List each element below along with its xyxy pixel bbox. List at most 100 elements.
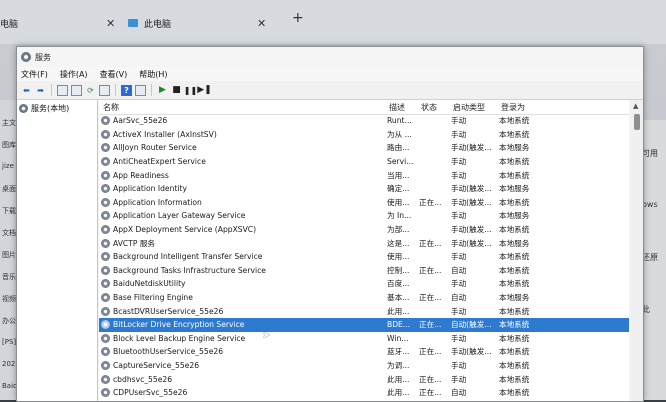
service-log-on-as: 本地系统 <box>499 225 530 235</box>
table-row[interactable]: Background Intelligent Transfer Service 使… <box>99 250 629 264</box>
table-row[interactable]: Application Layer Gateway Service 为 In...… <box>99 209 629 223</box>
column-header-description[interactable]: 描述 <box>389 102 421 113</box>
service-name: Background Intelligent Transfer Service <box>113 252 263 262</box>
background-sidebar-item[interactable]: jize <box>2 162 14 170</box>
background-sidebar-item[interactable]: 文档 <box>2 228 16 238</box>
console-tree-icon[interactable] <box>57 84 68 96</box>
scroll-up-icon[interactable]: ▲ <box>633 102 638 110</box>
table-row[interactable]: BluetoothUserService_55e26 蓝牙... 正在... 手动(触… <box>99 345 629 359</box>
list-header: 名称 描述 状态 启动类型 登录为 <box>99 100 629 115</box>
background-sidebar-item[interactable]: 办公 <box>2 316 16 326</box>
service-name: AppX Deployment Service (AppXSVC) <box>113 225 257 235</box>
service-name-cell: Application Information <box>99 197 387 207</box>
background-sidebar-item[interactable]: 下载 <box>2 206 16 216</box>
service-gear-icon <box>101 225 110 235</box>
forward-arrow-icon[interactable]: ➡ <box>35 85 46 96</box>
table-row[interactable]: Block Level Backup Engine Service Win... 手… <box>99 332 629 346</box>
new-tab-icon[interactable]: + <box>292 10 304 26</box>
service-startup-type: 自动 <box>451 265 467 275</box>
background-panel-text: 可用 <box>642 149 658 158</box>
table-row[interactable]: AppX Deployment Service (AppXSVC) 为部... 手动… <box>99 223 629 237</box>
background-sidebar-item[interactable]: 主文 <box>2 118 16 128</box>
service-log-on-as: 本地系统 <box>499 252 530 262</box>
service-startup-type: 手动 <box>451 306 467 316</box>
table-row[interactable]: BaiduNetdiskUtility 百度... 手动 本地系统 <box>99 277 629 291</box>
background-panel-text: ows <box>642 200 658 209</box>
table-row[interactable]: CaptureService_55e26 为调... 手动 本地系统 <box>99 359 629 373</box>
table-row[interactable]: App Readiness 当用... 手动 本地系统 <box>99 168 629 182</box>
background-tab-this-pc[interactable]: 此电脑 ✕ <box>128 10 266 36</box>
start-service-icon[interactable]: ▶ <box>157 85 168 96</box>
table-row[interactable]: cbdhsvc_55e26 此用... 正在... 手动 本地系统 <box>99 372 629 386</box>
service-gear-icon <box>101 211 110 221</box>
service-name-cell: AntiCheatExpert Service <box>99 157 387 167</box>
table-row[interactable]: BcastDVRUserService_55e26 此用... 手动 本地系统 <box>99 304 629 318</box>
service-name: Application Information <box>113 197 202 207</box>
menu-file[interactable]: 文件(F) <box>21 69 48 80</box>
menu-view[interactable]: 查看(V) <box>100 69 128 80</box>
column-header-name[interactable]: 名称 <box>99 102 389 113</box>
table-row[interactable]: AllJoyn Router Service 路由... 手动(触发... 本地服务 <box>99 141 629 155</box>
table-row[interactable]: Base Filtering Engine 基本... 正在... 自动 本地服务 <box>99 291 629 305</box>
export-list-icon[interactable] <box>99 84 110 96</box>
services-list: 名称 描述 状态 启动类型 登录为 AarSvc_55e26 Runt... 手动本… <box>99 100 629 401</box>
service-description: 使用... <box>387 252 410 262</box>
service-description: 这是... <box>387 238 410 248</box>
background-sidebar-item[interactable]: 图库 <box>2 140 16 150</box>
tree-node-services-local[interactable]: 服务(本地) <box>17 100 97 117</box>
column-header-startup-type[interactable]: 启动类型 <box>453 102 501 113</box>
scrollbar-thumb[interactable] <box>634 114 640 130</box>
table-row[interactable]: BitLocker Drive Encryption Service BDE...… <box>99 317 629 332</box>
service-name: AntiCheatExpert Service <box>113 157 206 167</box>
service-name-cell: cbdhsvc_55e26 <box>99 374 387 384</box>
service-startup-type: 自动 <box>451 293 467 303</box>
service-log-on-as: 本地服务 <box>499 238 530 248</box>
service-description: 为部... <box>387 225 410 235</box>
table-row[interactable]: AVCTP 服务 这是... 正在... 手动(触发... 本地服务 <box>99 236 629 250</box>
background-sidebar-item[interactable]: 视频 <box>2 294 16 304</box>
table-row[interactable]: AntiCheatExpert Service Servi... 手动 本地系统 <box>99 155 629 169</box>
service-log-on-as: 本地系统 <box>499 374 530 384</box>
background-sidebar-item[interactable]: [PS] <box>2 338 16 346</box>
service-description: 此用... <box>387 374 410 384</box>
restart-service-icon[interactable]: ▶❚ <box>197 85 211 96</box>
window-title: 服务 <box>35 52 51 62</box>
table-row[interactable]: CDPUserSvc_55e26 此用... 正在... 自动 本地系统 <box>99 386 629 400</box>
service-startup-type: 手动(触发... <box>451 143 492 153</box>
service-description: 为从 ... <box>387 129 412 139</box>
background-sidebar-item[interactable]: 音乐 <box>2 272 16 282</box>
menu-help[interactable]: 帮助(H) <box>139 69 167 80</box>
service-log-on-as: 本地系统 <box>499 116 530 126</box>
tree-node-label: 服务(本地) <box>31 104 70 113</box>
background-sidebar-item[interactable]: 图片 <box>2 250 16 260</box>
service-startup-type: 手动 <box>451 279 467 289</box>
help-icon[interactable]: ? <box>121 84 132 96</box>
pause-service-icon[interactable]: ❚❚ <box>184 85 197 96</box>
menu-action[interactable]: 操作(A) <box>60 69 88 80</box>
vertical-scrollbar[interactable]: ▲ <box>631 100 643 401</box>
show-hide-icon[interactable] <box>135 84 146 96</box>
toolbar-divider <box>51 84 52 96</box>
service-gear-icon <box>101 320 110 330</box>
stop-service-icon[interactable]: ■ <box>171 85 182 96</box>
service-startup-type: 手动(触发... <box>451 347 492 357</box>
table-row[interactable]: Application Identity 确定... 手动(触发... 本地服务 <box>99 182 629 196</box>
column-header-status[interactable]: 状态 <box>421 102 453 113</box>
table-row[interactable]: Background Tasks Infrastructure Service 控… <box>99 264 629 278</box>
close-icon[interactable]: ✕ <box>257 17 266 30</box>
service-gear-icon <box>101 347 110 357</box>
close-icon[interactable]: ✕ <box>106 17 115 30</box>
service-name-cell: AppX Deployment Service (AppXSVC) <box>99 225 387 235</box>
table-row[interactable]: AarSvc_55e26 Runt... 手动 本地系统 <box>99 114 629 128</box>
table-row[interactable]: Application Information 使用... 正在... 手动(触发..… <box>99 196 629 210</box>
service-name-cell: CDPUserSvc_55e26 <box>99 388 387 398</box>
background-sidebar-item[interactable]: 桌面 <box>2 184 16 194</box>
service-name: AllJoyn Router Service <box>113 143 197 153</box>
refresh-icon[interactable]: ⟳ <box>85 85 96 96</box>
column-header-log-on-as[interactable]: 登录为 <box>501 102 581 113</box>
back-arrow-icon[interactable]: ⬅ <box>21 85 32 96</box>
background-tab[interactable]: 电脑 ✕ <box>0 10 115 36</box>
properties-icon[interactable] <box>71 84 82 96</box>
table-row[interactable]: ActiveX Installer (AxInstSV) 为从 ... 手动 本地系统 <box>99 128 629 142</box>
services-gear-icon <box>21 52 31 62</box>
